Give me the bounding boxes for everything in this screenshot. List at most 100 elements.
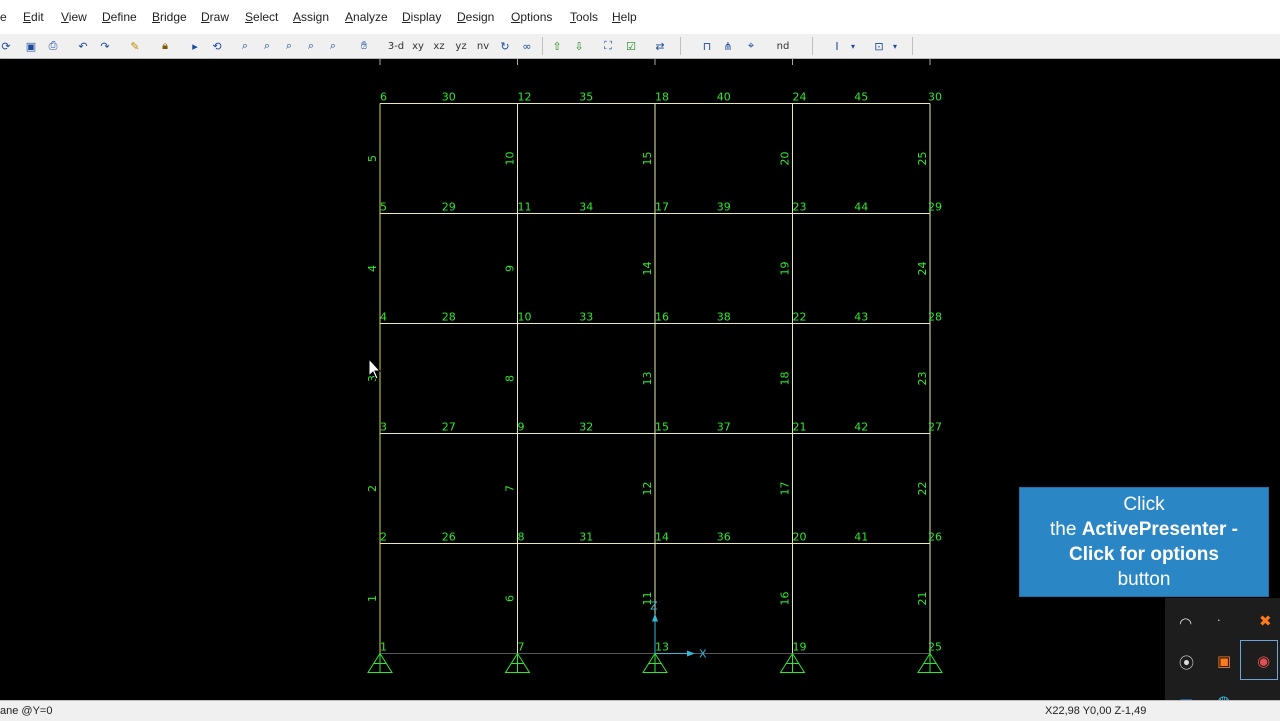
pin-support-icon [779, 652, 806, 673]
tutorial-callout: Click the ActivePresenter - Click for op… [1019, 487, 1269, 597]
menu-view[interactable]: View [61, 10, 87, 24]
joint-label: 7 [518, 641, 525, 654]
status-bar: ane @Y=0 X22,98 Y0,00 Z-1,49 [0, 700, 1280, 721]
column-frame-label: 13 [641, 372, 654, 386]
move-up-icon[interactable]: ⇧ [548, 37, 566, 55]
menu-define[interactable]: Define [102, 10, 137, 24]
joint-label: 27 [928, 421, 942, 434]
view-nd-button[interactable]: nd [772, 37, 794, 55]
column-frame-label: 22 [916, 482, 929, 496]
menu-file[interactable]: e [0, 10, 7, 24]
joint-label: 5 [380, 201, 387, 214]
joint-label: 16 [655, 311, 669, 324]
save-icon[interactable]: ▣ [22, 37, 40, 55]
beam-frame-label: 26 [442, 531, 456, 544]
zoom-out-icon[interactable]: ⌕ [280, 37, 298, 55]
joint-label: 30 [928, 91, 942, 104]
menu-display[interactable]: Display [402, 10, 441, 24]
orange-square-icon[interactable]: ▣ [1217, 652, 1231, 670]
status-plane: ane @Y=0 [0, 705, 53, 717]
activepresenter-options-button[interactable] [1240, 640, 1278, 680]
wifi-icon[interactable]: ◠ [1179, 614, 1192, 632]
menu-design[interactable]: Design [457, 10, 494, 24]
joint-label: 11 [518, 201, 532, 214]
open-icon[interactable]: ⟳ [0, 37, 12, 55]
view-3d-button[interactable]: 3-d [385, 37, 407, 55]
pin-support-icon [917, 652, 943, 673]
view-xy-button[interactable]: xy [409, 37, 427, 55]
run-analysis-icon[interactable]: ▸ [186, 37, 204, 55]
chevron-down-icon[interactable]: ▾ [848, 37, 858, 55]
joint-label: 3 [380, 421, 387, 434]
move-down-icon[interactable]: ⇩ [570, 37, 588, 55]
pan-icon[interactable]: ✋︎ [354, 37, 374, 55]
joint-label: 12 [518, 91, 532, 104]
beam-frame-label: 43 [854, 311, 868, 324]
joint-label: 29 [928, 201, 942, 214]
zoom-in-icon[interactable]: ⌕ [258, 37, 276, 55]
joint-label: 17 [655, 201, 669, 214]
callout-line-1: Click [1123, 494, 1165, 515]
joint-label: 14 [655, 531, 669, 544]
joint-label: 20 [793, 531, 807, 544]
refresh-window-icon[interactable]: ✎ [126, 37, 144, 55]
undo-icon[interactable]: ↶ [74, 37, 92, 55]
lock-icon[interactable]: 🔒︎ [156, 37, 174, 55]
menu-bridge[interactable]: Bridge [152, 10, 187, 24]
joint-label: 23 [793, 201, 807, 214]
joint-label: 2 [380, 531, 387, 544]
column-frame-label: 19 [779, 262, 792, 276]
axis-x-label: X [699, 648, 707, 661]
joint-label: 6 [380, 91, 387, 104]
axis-z-arrow-icon [652, 613, 658, 622]
menu-analyze[interactable]: Analyze [345, 10, 388, 24]
column-frame-label: 20 [779, 152, 792, 166]
draw-special-icon[interactable]: ⋔ [718, 37, 738, 55]
column-frame-label: 1 [366, 595, 379, 602]
joint-label: 4 [380, 311, 387, 324]
section-cut-icon[interactable]: ⊡ [870, 37, 888, 55]
beam-frame-label: 33 [579, 311, 593, 324]
joint-label: 1 [380, 641, 387, 654]
show-undeformed-icon[interactable]: ☑ [622, 37, 640, 55]
draw-cable-icon[interactable]: ⌖ [741, 37, 761, 55]
perspective-icon[interactable]: ∞ [517, 37, 537, 55]
menu-tools[interactable]: Tools [570, 10, 598, 24]
menu-bar: e Edit View Define Bridge Draw Select Assign Ana… [0, 0, 1280, 34]
view-nv-button[interactable]: nv [474, 37, 492, 55]
column-frame-label: 8 [504, 375, 517, 382]
view-xz-button[interactable]: xz [430, 37, 448, 55]
previous-zoom-icon[interactable]: ⌕ [324, 37, 342, 55]
assign-icon[interactable]: ⇄ [650, 37, 670, 55]
redo-icon[interactable]: ↷ [96, 37, 114, 55]
rotate-view-icon[interactable]: ↻ [496, 37, 514, 55]
beam-frame-label: 30 [442, 91, 456, 104]
model-canvas[interactable]: 1234567891011121314151617181920212223242… [0, 59, 1280, 700]
beam-frame-label: 31 [579, 531, 593, 544]
beam-frame-label: 35 [579, 91, 593, 104]
set-display-options-icon[interactable]: ⛶ [598, 37, 618, 55]
menu-options[interactable]: Options [511, 10, 552, 24]
axis-x-arrow-icon [687, 650, 695, 657]
menu-assign[interactable]: Assign [293, 10, 329, 24]
beam-frame-label: 41 [854, 531, 868, 544]
rubber-band-zoom-icon[interactable]: ⟲ [208, 37, 226, 55]
orange-app-icon[interactable]: ✖ [1259, 612, 1272, 630]
menu-edit[interactable]: Edit [23, 10, 44, 24]
chevron-down-icon[interactable]: ▾ [890, 37, 900, 55]
view-yz-button[interactable]: yz [452, 37, 470, 55]
gear-icon[interactable]: · [1217, 614, 1221, 627]
menu-select[interactable]: Select [245, 10, 278, 24]
joint-label: 15 [655, 421, 669, 434]
beam-frame-label: 45 [854, 91, 868, 104]
menu-draw[interactable]: Draw [201, 10, 229, 24]
menu-help[interactable]: Help [612, 10, 637, 24]
restore-view-icon[interactable]: ⌕ [302, 37, 320, 55]
text-cursor-icon[interactable]: I [828, 37, 846, 55]
print-icon[interactable]: ⎙ [44, 37, 62, 55]
pin-support-icon [367, 652, 393, 673]
column-frame-label: 9 [504, 265, 517, 272]
draw-frame-icon[interactable]: ⊓ [698, 37, 716, 55]
zoom-window-icon[interactable]: ⌕ [236, 37, 254, 55]
speaker-icon[interactable]: ⦿ [1179, 652, 1194, 673]
